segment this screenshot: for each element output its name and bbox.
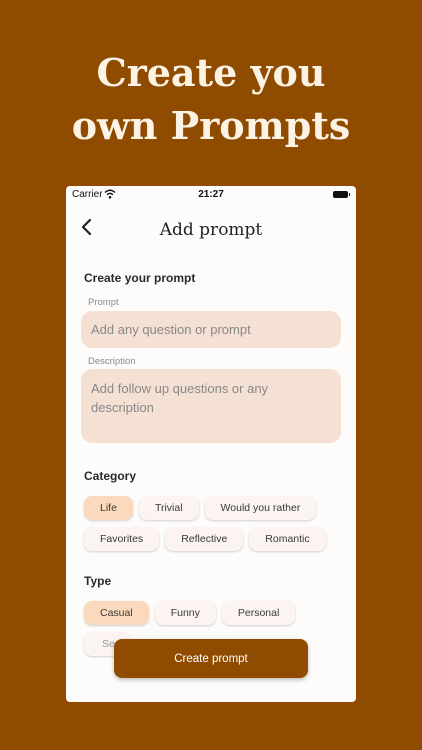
hero-line-2: own Prompts	[71, 103, 351, 148]
type-chip-casual[interactable]: Casual	[84, 601, 149, 625]
phone-screen: Carrier 21:27 Add prompt Create your pro…	[66, 186, 356, 702]
status-bar: Carrier 21:27	[66, 186, 356, 204]
nav-bar: Add prompt	[66, 204, 356, 250]
category-chip-life[interactable]: Life	[84, 496, 133, 520]
category-chip-favorites[interactable]: Favorites	[84, 527, 160, 551]
description-input[interactable]	[81, 369, 341, 443]
category-chips-row-1: Life Trivial Would you rather	[84, 496, 317, 520]
create-prompt-heading: Create your prompt	[84, 271, 196, 285]
category-chips-row-2: Favorites Reflective Romantic	[84, 527, 326, 551]
type-heading: Type	[84, 574, 112, 588]
category-chip-reflective[interactable]: Reflective	[165, 527, 244, 551]
type-chip-funny[interactable]: Funny	[154, 601, 216, 625]
hero-line-1: Create you	[96, 50, 326, 95]
description-label: Description	[88, 356, 136, 367]
prompt-label: Prompt	[88, 297, 119, 308]
type-chips-row-1: Casual Funny Personal	[84, 601, 296, 625]
create-prompt-button[interactable]: Create prompt	[114, 639, 308, 678]
page-title: Add prompt	[159, 220, 263, 240]
status-time: 21:27	[198, 189, 224, 200]
category-heading: Category	[84, 469, 137, 483]
category-chip-trivial[interactable]: Trivial	[138, 496, 199, 520]
battery-icon	[333, 191, 350, 198]
hero-headline: Create you own Prompts	[0, 46, 422, 152]
category-chip-would-you-rather[interactable]: Would you rather	[204, 496, 317, 520]
category-chip-romantic[interactable]: Romantic	[249, 527, 326, 551]
type-chip-personal[interactable]: Personal	[221, 601, 296, 625]
prompt-input[interactable]	[81, 311, 341, 348]
